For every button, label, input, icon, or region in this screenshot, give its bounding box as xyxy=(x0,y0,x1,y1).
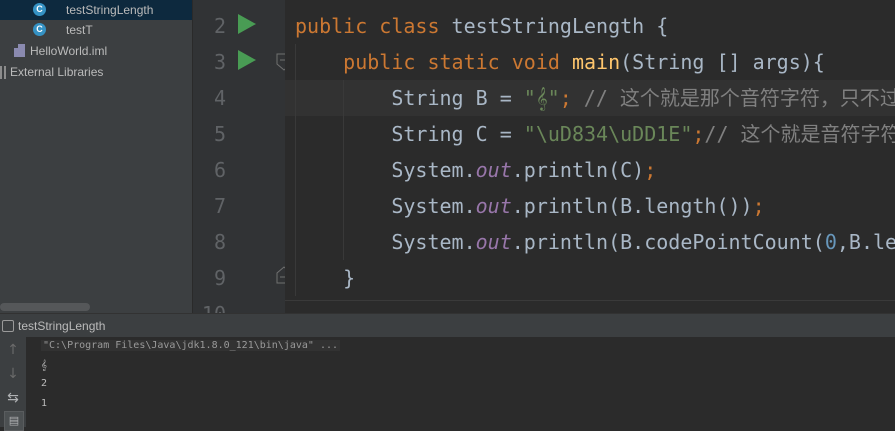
line-number: 8 xyxy=(213,230,226,254)
code-token: System. xyxy=(295,158,476,182)
line-number: 5 xyxy=(213,122,226,146)
code-token: ; xyxy=(644,158,657,182)
java-class-icon: C xyxy=(33,23,46,36)
code-token: String B = xyxy=(295,86,524,110)
arrow-up-icon[interactable]: ↑ xyxy=(4,341,22,359)
code-token: testStringLength { xyxy=(451,14,669,38)
run-tab-title[interactable]: testStringLength xyxy=(18,314,105,338)
code-token: "\uD834\uDD1E" xyxy=(523,122,693,146)
line-number: 4 xyxy=(213,86,226,110)
editor-bottom-edge xyxy=(285,300,895,314)
code-token: public class xyxy=(295,14,452,38)
tree-item-label: testStringLength xyxy=(66,3,154,17)
code-token: main xyxy=(571,50,621,74)
tree-item-label: HelloWorld.iml xyxy=(30,44,108,58)
code-line[interactable]: String C = "\uD834\uDD1E";// 这个就是音符字符的UT… xyxy=(295,116,895,152)
tree-item-teststringlength[interactable]: C testStringLength xyxy=(0,0,192,20)
code-token: System. xyxy=(295,230,476,254)
run-toolbar: ↑ ↓ ⇆ ▤ xyxy=(0,337,27,431)
code-token: ; xyxy=(692,122,705,146)
run-main-icon[interactable] xyxy=(238,50,256,70)
console-command-line: "C:\Program Files\Java\jdk1.8.0_121\bin\… xyxy=(41,340,341,351)
project-tree-panel: C testStringLength C testT HelloWorld.im… xyxy=(0,0,192,313)
code-line[interactable]: System.out.println(B.codePointCount(0,B.… xyxy=(295,224,895,260)
code-token: ; xyxy=(752,194,765,218)
code-line[interactable]: public static void main(String [] args){ xyxy=(295,44,825,80)
console-output-line: 1 xyxy=(41,398,48,409)
run-class-icon[interactable] xyxy=(238,14,256,34)
libraries-icon xyxy=(0,66,10,79)
code-token: .println(B.length()) xyxy=(511,194,753,218)
code-token: "𝄞" xyxy=(523,86,560,110)
gutter-divider xyxy=(192,0,193,313)
tree-item-label: External Libraries xyxy=(10,65,104,79)
sidebar-scrollbar[interactable] xyxy=(0,303,90,311)
code-token: .println(C) xyxy=(511,158,645,182)
code-line[interactable]: System.out.println(B.length()); xyxy=(295,188,765,224)
code-line[interactable]: System.out.println(C); xyxy=(295,152,656,188)
arrow-down-icon[interactable]: ↓ xyxy=(4,365,22,383)
code-token: // 这个就是音符字符的UTF-16编码 xyxy=(704,122,895,146)
tree-item-external-libraries[interactable]: External Libraries xyxy=(0,62,192,82)
code-token: out xyxy=(475,194,512,218)
code-line[interactable]: } xyxy=(295,260,355,296)
java-class-icon: C xyxy=(33,3,46,16)
run-tool-window-header: testStringLength xyxy=(0,313,895,339)
console-output[interactable]: "C:\Program Files\Java\jdk1.8.0_121\bin\… xyxy=(27,337,895,427)
tree-item-label: testT xyxy=(66,23,93,37)
line-number: 3 xyxy=(213,50,226,74)
module-file-icon xyxy=(14,44,25,57)
line-number: 9 xyxy=(213,266,226,290)
code-token: ; xyxy=(559,86,584,110)
code-token: } xyxy=(295,266,356,290)
code-token: (String [] args){ xyxy=(620,50,825,74)
line-number: 2 xyxy=(213,14,226,38)
console-output-line: 𝄞 xyxy=(41,360,47,371)
code-token: System. xyxy=(295,194,476,218)
soft-wrap-icon[interactable]: ⇆ xyxy=(4,389,22,407)
code-token: .println(B.codePointCount( xyxy=(511,230,825,254)
code-line[interactable]: public class testStringLength { xyxy=(295,8,668,44)
tree-item-testt[interactable]: C testT xyxy=(0,20,192,40)
code-token: // 这个就是那个音符字符，只不过由于当前的网页的编码问题而显示不出来 xyxy=(583,86,895,110)
run-console-icon xyxy=(2,320,14,332)
console-output-line: 2 xyxy=(41,378,48,389)
code-token: out xyxy=(475,230,512,254)
code-token: public static void xyxy=(295,50,572,74)
tree-item-helloworld-iml[interactable]: HelloWorld.iml xyxy=(0,41,192,61)
code-editor[interactable]: public class testStringLength { public s… xyxy=(285,0,895,313)
code-token: ,B.length())) xyxy=(836,230,895,254)
scroll-to-end-icon[interactable]: ▤ xyxy=(4,411,24,431)
line-number: 7 xyxy=(213,194,226,218)
code-token: 0 xyxy=(824,230,837,254)
code-line[interactable]: String B = "𝄞"; // 这个就是那个音符字符，只不过由于当前的网页… xyxy=(295,80,895,116)
line-number: 6 xyxy=(213,158,226,182)
code-token: out xyxy=(475,158,512,182)
code-token: String C = xyxy=(295,122,524,146)
